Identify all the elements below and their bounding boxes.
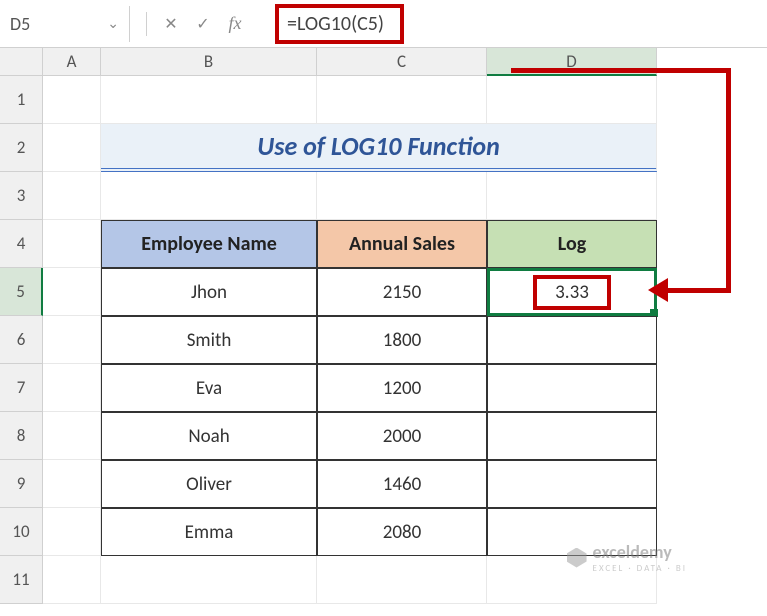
cell-d8[interactable] xyxy=(487,412,657,460)
row-header-8[interactable]: 8 xyxy=(0,412,43,460)
col-header-a[interactable]: A xyxy=(43,48,101,76)
header-employee-name[interactable]: Employee Name xyxy=(101,220,317,268)
cell-a4[interactable] xyxy=(43,220,101,268)
cell-d9[interactable] xyxy=(487,460,657,508)
cell-b6[interactable]: Smith xyxy=(101,316,317,364)
cell-c3[interactable] xyxy=(317,172,487,220)
watermark: exceldemy EXCEL · DATA · BI xyxy=(567,541,687,574)
divider xyxy=(146,12,147,36)
watermark-icon xyxy=(567,548,587,568)
cell-b10[interactable]: Emma xyxy=(101,508,317,556)
cancel-icon[interactable]: ✕ xyxy=(159,12,183,36)
cell-b5[interactable]: Jhon xyxy=(101,268,317,316)
annotation-arrow xyxy=(511,68,731,73)
cell-a8[interactable] xyxy=(43,412,101,460)
formula-bar: D5 ⌄ ✕ ✓ fx =LOG10(C5) xyxy=(0,0,767,48)
cell-c10[interactable]: 2080 xyxy=(317,508,487,556)
check-icon[interactable]: ✓ xyxy=(191,12,215,36)
row-header-10[interactable]: 10 xyxy=(0,508,43,556)
row-header-7[interactable]: 7 xyxy=(0,364,43,412)
row-header-6[interactable]: 6 xyxy=(0,316,43,364)
result-value: 3.33 xyxy=(533,275,611,310)
col-header-b[interactable]: B xyxy=(101,48,317,76)
header-log[interactable]: Log xyxy=(487,220,657,268)
chevron-down-icon[interactable]: ⌄ xyxy=(107,15,119,32)
formula-input[interactable]: =LOG10(C5) xyxy=(259,4,767,44)
watermark-tagline: EXCEL · DATA · BI xyxy=(593,563,687,574)
cell-a1[interactable] xyxy=(43,76,101,124)
watermark-brand: exceldemy xyxy=(593,541,672,563)
name-box-value: D5 xyxy=(10,13,30,35)
row-header-1[interactable]: 1 xyxy=(0,76,43,124)
cell-c11[interactable] xyxy=(317,556,487,604)
row-header-11[interactable]: 11 xyxy=(0,556,43,604)
cell-c9[interactable]: 1460 xyxy=(317,460,487,508)
cell-d5[interactable]: 3.33 xyxy=(487,268,657,316)
title-cell[interactable]: Use of LOG10 Function xyxy=(101,124,657,172)
formula-bar-icons: ✕ ✓ fx xyxy=(130,12,259,36)
cell-b7[interactable]: Eva xyxy=(101,364,317,412)
cell-b8[interactable]: Noah xyxy=(101,412,317,460)
cell-c5[interactable]: 2150 xyxy=(317,268,487,316)
cell-a5[interactable] xyxy=(43,268,101,316)
select-all-corner[interactable] xyxy=(0,48,43,76)
row-header-2[interactable]: 2 xyxy=(0,124,43,172)
cell-d7[interactable] xyxy=(487,364,657,412)
watermark-text: exceldemy EXCEL · DATA · BI xyxy=(593,541,687,574)
cell-c7[interactable]: 1200 xyxy=(317,364,487,412)
row-header-9[interactable]: 9 xyxy=(0,460,43,508)
row-header-4[interactable]: 4 xyxy=(0,220,43,268)
cell-a9[interactable] xyxy=(43,460,101,508)
cell-b1[interactable] xyxy=(101,76,317,124)
cell-d6[interactable] xyxy=(487,316,657,364)
cell-b3[interactable] xyxy=(101,172,317,220)
formula-text: =LOG10(C5) xyxy=(275,4,404,44)
cell-b11[interactable] xyxy=(101,556,317,604)
row-header-3[interactable]: 3 xyxy=(0,172,43,220)
cell-a10[interactable] xyxy=(43,508,101,556)
cell-c1[interactable] xyxy=(317,76,487,124)
cell-d1[interactable] xyxy=(487,76,657,124)
header-annual-sales[interactable]: Annual Sales xyxy=(317,220,487,268)
cell-a7[interactable] xyxy=(43,364,101,412)
cell-b9[interactable]: Oliver xyxy=(101,460,317,508)
cell-d3[interactable] xyxy=(487,172,657,220)
cell-a11[interactable] xyxy=(43,556,101,604)
spreadsheet-grid: A B C D 1 2 Use of LOG10 Function 3 4 Em… xyxy=(0,48,767,604)
cell-a3[interactable] xyxy=(43,172,101,220)
col-header-c[interactable]: C xyxy=(317,48,487,76)
annotation-arrow xyxy=(726,68,731,293)
cell-a6[interactable] xyxy=(43,316,101,364)
row-header-5[interactable]: 5 xyxy=(0,268,43,316)
cell-a2[interactable] xyxy=(43,124,101,172)
cell-c8[interactable]: 2000 xyxy=(317,412,487,460)
cell-c6[interactable]: 1800 xyxy=(317,316,487,364)
fx-icon[interactable]: fx xyxy=(223,12,247,36)
arrow-head-icon xyxy=(648,278,668,302)
name-box[interactable]: D5 ⌄ xyxy=(0,6,130,42)
annotation-arrow xyxy=(665,288,731,293)
